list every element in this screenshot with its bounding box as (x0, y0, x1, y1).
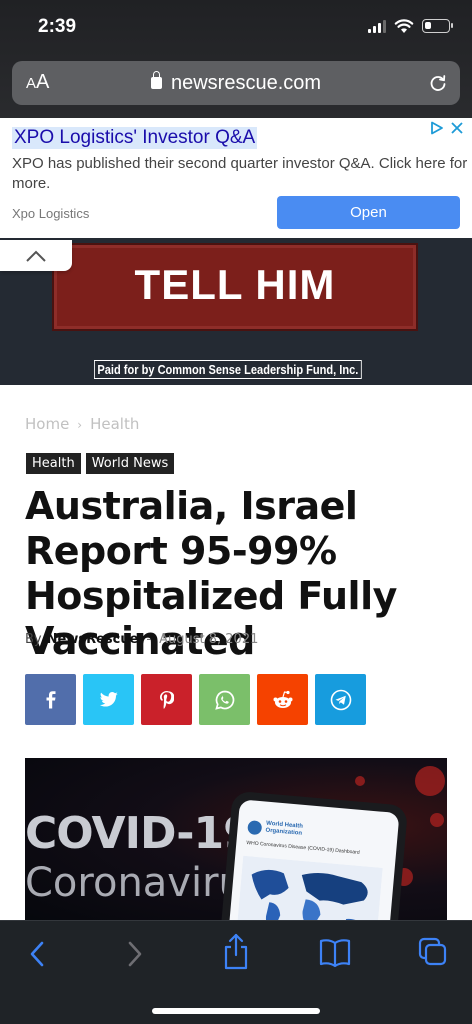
breadcrumb-home[interactable]: Home (25, 415, 69, 433)
ad-choices[interactable] (430, 121, 464, 135)
back-icon[interactable] (26, 937, 48, 971)
pinterest-icon (159, 690, 174, 709)
banner-red-panel: TELL HIM (52, 243, 418, 331)
share-pinterest-button[interactable] (141, 674, 192, 725)
wifi-icon (394, 19, 414, 33)
breadcrumb-health[interactable]: Health (90, 415, 139, 433)
share-reddit-button[interactable] (257, 674, 308, 725)
ad-title[interactable]: XPO Logistics' Investor Q&A (12, 127, 258, 149)
url-display[interactable]: newsrescue.com (12, 71, 460, 95)
breadcrumb-separator: › (77, 418, 83, 432)
whatsapp-icon (214, 690, 234, 710)
telegram-icon (330, 689, 351, 710)
breadcrumb: Home › Health (25, 415, 139, 433)
browser-top-chrome: 2:39 AA newsrescue.com (0, 0, 472, 118)
share-buttons (25, 674, 366, 725)
world-map-icon (236, 855, 383, 928)
ad-unit[interactable]: XPO Logistics' Investor Q&A XPO has publ… (0, 118, 472, 238)
adchoices-icon[interactable] (430, 121, 444, 135)
cellular-signal-icon (368, 19, 386, 33)
category-tags: Health World News (26, 453, 175, 474)
share-telegram-button[interactable] (315, 674, 366, 725)
home-indicator[interactable] (152, 1008, 320, 1014)
tag-world-news[interactable]: World News (85, 453, 175, 474)
share-icon[interactable] (222, 933, 250, 971)
reddit-icon (273, 690, 292, 708)
hero-coronavirus-text: Coronaviru (25, 860, 244, 906)
article-hero-image[interactable]: COVID-19 Coronaviru World Health Organiza… (25, 758, 447, 928)
chevron-up-icon (26, 250, 46, 262)
ad-open-button[interactable]: Open (277, 196, 460, 229)
map-hotspot (415, 766, 445, 796)
share-whatsapp-button[interactable] (199, 674, 250, 725)
reload-icon[interactable] (428, 73, 448, 93)
facebook-icon (46, 690, 55, 708)
lock-icon (150, 71, 162, 89)
ad-collapse-tab[interactable] (0, 240, 72, 271)
who-title: World Health Organization (265, 820, 304, 837)
battery-icon (422, 19, 453, 33)
status-icons (368, 18, 453, 34)
byline-separator: - (146, 632, 152, 647)
bookmarks-icon[interactable] (318, 937, 352, 969)
twitter-icon (99, 691, 118, 707)
status-time: 2:39 (38, 16, 77, 37)
who-logo-icon (247, 820, 263, 836)
ad-close-icon[interactable] (450, 121, 464, 135)
publish-date: August 8, 2021 (159, 632, 259, 647)
forward-icon[interactable] (124, 937, 146, 971)
ad-source: Xpo Logistics (12, 206, 90, 221)
who-dashboard-subtitle: WHO Coronavirus Disease (COVID-19) Dashb… (246, 840, 360, 856)
banner-headline: TELL HIM (134, 261, 336, 308)
hero-covid-text: COVID-19 (25, 808, 254, 859)
smartphone-image: World Health Organization WHO Coronavirus… (219, 790, 409, 928)
article-byline: By NewsRescue - August 8, 2021 (25, 632, 258, 647)
author-link[interactable]: NewsRescue (47, 632, 139, 647)
address-bar[interactable]: AA newsrescue.com (12, 61, 460, 105)
share-facebook-button[interactable] (25, 674, 76, 725)
tabs-icon[interactable] (418, 937, 448, 967)
map-hotspot (430, 813, 444, 827)
map-hotspot (355, 776, 365, 786)
url-text: newsrescue.com (170, 72, 322, 94)
banner-disclaimer: Paid for by Common Sense Leadership Fund… (94, 360, 362, 379)
tag-health[interactable]: Health (26, 453, 81, 474)
phone-screen: World Health Organization WHO Coronavirus… (227, 799, 400, 928)
share-twitter-button[interactable] (83, 674, 134, 725)
ad-description: XPO has published their second quarter i… (12, 155, 468, 192)
byline-prefix: By (25, 632, 42, 647)
